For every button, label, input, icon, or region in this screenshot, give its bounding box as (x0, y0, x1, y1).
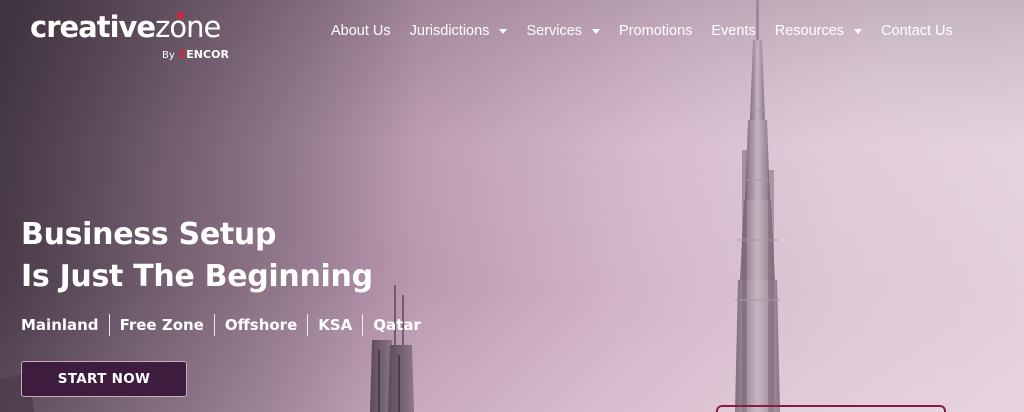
hero-headline: Business Setup Is Just The Beginning (21, 214, 373, 298)
nav-item-services[interactable]: Services (526, 23, 601, 39)
tag-ksa: KSA (307, 314, 362, 336)
nav-item-about-us[interactable]: About Us (331, 23, 391, 39)
logo-wordmark: creativezone (30, 10, 221, 44)
nav-item-resources[interactable]: Resources (775, 23, 863, 39)
nav-item-jurisdictions[interactable]: Jurisdictions (410, 23, 508, 39)
nav-item-promotions[interactable]: Promotions (619, 23, 692, 39)
main-navigation: About Us Jurisdictions Services Promotio… (331, 21, 953, 41)
chevron-down-icon (499, 28, 508, 34)
creativezone-logo[interactable]: creativezone By EENCOR (30, 10, 245, 61)
tag-offshore: Offshore (213, 314, 307, 336)
chevron-down-icon (854, 28, 863, 34)
headline-line-1: Business Setup (21, 217, 277, 252)
nav-item-events[interactable]: Events (711, 23, 755, 39)
tag-mainland: Mainland (21, 316, 99, 334)
start-now-button[interactable]: START NOW (21, 361, 187, 397)
headline-line-2: Is Just The Beginning (21, 259, 373, 294)
nav-item-contact-us[interactable]: Contact Us (881, 23, 953, 39)
burj-khalifa-tower (735, 0, 780, 412)
skyline-illustration (0, 0, 780, 412)
tag-qatar: Qatar (362, 314, 431, 336)
jurisdiction-tags: Mainland Free Zone Offshore KSA Qatar (21, 314, 431, 336)
tag-free-zone: Free Zone (108, 314, 214, 336)
secondary-cta-button[interactable] (716, 405, 946, 412)
logo-dot-icon (177, 12, 184, 19)
chevron-down-icon (592, 28, 601, 34)
logo-subtitle: By EENCOR (162, 48, 229, 61)
